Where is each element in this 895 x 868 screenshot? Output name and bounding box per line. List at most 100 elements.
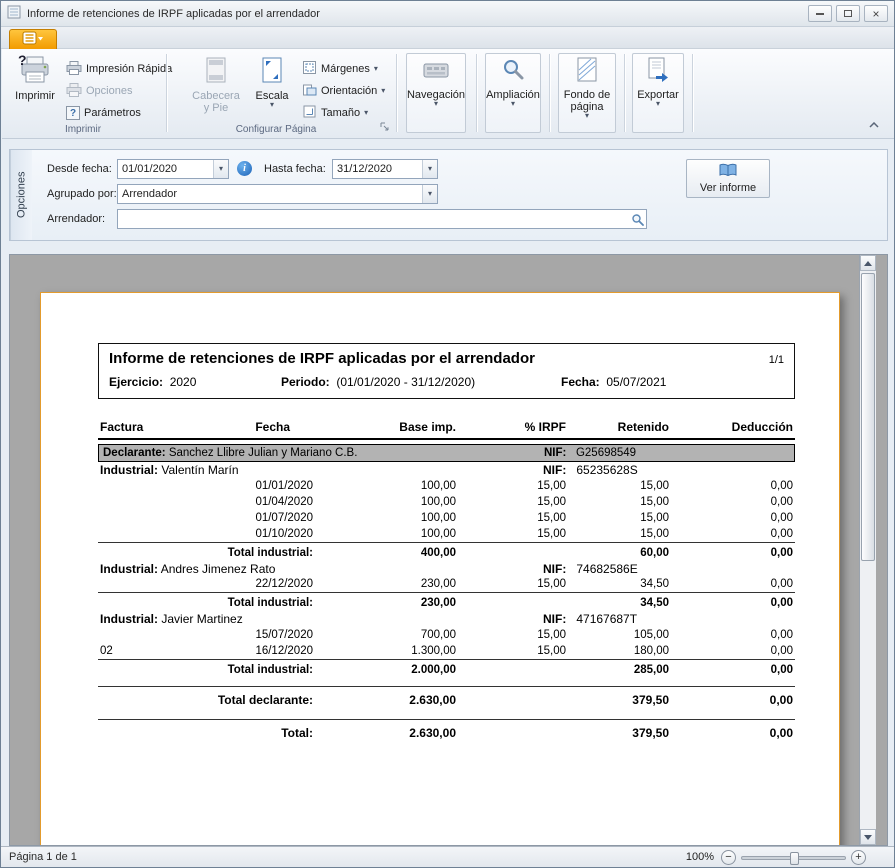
margenes-button[interactable]: Márgenes ▾ <box>302 59 378 79</box>
hasta-fecha-value: 31/12/2020 <box>333 160 422 178</box>
declarante-label: Declarante: <box>103 447 166 459</box>
industrial-name: Valentín Marín <box>161 463 238 477</box>
orientacion-button[interactable]: Orientación ▾ <box>302 81 385 101</box>
nif-label: NIF: <box>543 562 566 576</box>
maximize-button[interactable] <box>836 5 860 22</box>
arrow-up-icon <box>864 261 872 266</box>
minimize-icon <box>816 13 824 15</box>
imprimir-label: Imprimir <box>15 90 55 102</box>
desde-fecha-dropdown[interactable]: ▾ <box>213 160 228 178</box>
industrial-label: Industrial: <box>100 612 158 626</box>
agrupado-label: Agrupado por: <box>47 184 117 204</box>
cabecera-label-1: Cabecera <box>192 90 240 102</box>
navegacion-button[interactable]: Navegación ▾ <box>406 53 466 133</box>
col-fecha: Fecha <box>173 419 315 439</box>
cabecera-label-2: y Pie <box>204 102 228 114</box>
impresion-rapida-button[interactable]: Impresión Rápida <box>66 59 172 79</box>
orientacion-label: Orientación <box>321 85 377 97</box>
collapse-ribbon-button[interactable] <box>865 117 883 132</box>
agrupado-dropdown[interactable]: ▾ <box>422 185 437 203</box>
agrupado-combo[interactable]: Arrendador ▾ <box>117 184 438 204</box>
minimize-button[interactable] <box>808 5 832 22</box>
dialog-launcher-icon[interactable] <box>380 122 389 134</box>
col-deduccion: Deducción <box>671 419 795 439</box>
imprimir-button[interactable]: ? Imprimir <box>8 53 62 123</box>
scroll-down-button[interactable] <box>860 829 876 845</box>
fondo-pagina-button[interactable]: Fondo de página ▾ <box>558 53 616 133</box>
table-header-row: Factura Fecha Base imp. % IRPF Retenido … <box>98 419 795 439</box>
zoom-level: 100% <box>686 851 714 863</box>
scrollbar-thumb[interactable] <box>861 273 875 561</box>
total-industrial-row: Total industrial: 2.000,00 285,00 0,00 <box>98 659 795 678</box>
options-tab[interactable]: Opciones <box>10 150 32 240</box>
fondo-label-1: Fondo de <box>564 89 610 101</box>
dropdown-arrow-icon: ▾ <box>585 113 589 119</box>
data-row: 22/12/2020 230,00 15,00 34,50 0,00 <box>98 577 795 593</box>
cabecera-pie-button[interactable]: Cabecera y Pie <box>188 53 244 123</box>
fecha-label: Fecha: <box>561 375 600 389</box>
tamano-button[interactable]: Tamaño ▾ <box>302 103 368 123</box>
group-divider <box>166 54 167 132</box>
dropdown-arrow-icon: ▾ <box>374 66 378 72</box>
col-irpf: % IRPF <box>458 419 568 439</box>
spacer-row <box>98 710 795 719</box>
fecha-value: 05/07/2021 <box>606 375 666 389</box>
search-icon[interactable] <box>629 211 645 227</box>
scroll-up-button[interactable] <box>860 255 876 271</box>
dropdown-arrow-icon: ▾ <box>364 110 368 116</box>
hasta-fecha-combo[interactable]: 31/12/2020 ▾ <box>332 159 438 179</box>
arrendador-label: Arrendador: <box>47 209 105 229</box>
group-divider <box>624 54 625 132</box>
page-indicator: Página 1 de 1 <box>9 851 77 863</box>
app-menu-button[interactable] <box>9 29 57 49</box>
escala-button[interactable]: Escala ▾ <box>248 53 296 123</box>
impresion-rapida-label: Impresión Rápida <box>86 63 172 75</box>
report-content: Informe de retenciones de IRPF aplicadas… <box>98 343 795 743</box>
dropdown-arrow-icon: ▾ <box>656 101 660 107</box>
opciones-button[interactable]: Opciones <box>66 81 132 101</box>
dropdown-arrow-icon: ▾ <box>511 101 515 107</box>
exportar-button[interactable]: Exportar ▾ <box>632 53 684 133</box>
maximize-icon <box>844 10 852 17</box>
industrial-label: Industrial: <box>100 463 158 477</box>
report-table: Factura Fecha Base imp. % IRPF Retenido … <box>98 419 795 743</box>
navigation-icon <box>422 57 450 86</box>
desde-fecha-combo[interactable]: 01/01/2020 ▾ <box>117 159 229 179</box>
arrendador-input[interactable] <box>117 209 647 229</box>
vertical-scrollbar[interactable] <box>859 255 876 845</box>
periodo-value: (01/01/2020 - 31/12/2020) <box>336 375 475 389</box>
zoom-in-button[interactable]: + <box>851 850 866 865</box>
imprimir-group-caption: Imprimir <box>2 124 164 135</box>
industrial-label: Industrial: <box>100 562 158 576</box>
zoom-slider-thumb[interactable] <box>790 852 799 865</box>
hasta-fecha-dropdown[interactable]: ▾ <box>422 160 437 178</box>
zoom-out-button[interactable]: − <box>721 850 736 865</box>
report-title: Informe de retenciones de IRPF aplicadas… <box>109 350 769 367</box>
group-divider <box>549 54 550 132</box>
titlebar: Informe de retenciones de IRPF aplicadas… <box>1 1 894 27</box>
col-retenido: Retenido <box>568 419 671 439</box>
spacer-row <box>98 678 795 687</box>
data-row: 01/10/2020 100,00 15,00 15,00 0,00 <box>98 526 795 542</box>
group-divider <box>476 54 477 132</box>
total-industrial-row: Total industrial: 400,00 60,00 0,00 <box>98 542 795 561</box>
close-button[interactable]: × <box>864 5 888 22</box>
ampliacion-button[interactable]: Ampliación ▾ <box>485 53 541 133</box>
zoom-slider[interactable] <box>741 856 846 860</box>
data-row: 01/07/2020 100,00 15,00 15,00 0,00 <box>98 510 795 526</box>
ver-informe-button[interactable]: Ver informe <box>686 159 770 198</box>
industrial-nif: 65235628S <box>576 463 637 477</box>
info-icon[interactable]: i <box>237 161 252 176</box>
industrial-name: Andres Jimenez Rato <box>161 562 276 576</box>
ejercicio-value: 2020 <box>170 375 197 389</box>
total-industrial-row: Total industrial: 230,00 34,50 0,00 <box>98 593 795 612</box>
nif-label: NIF: <box>543 463 566 477</box>
margenes-label: Márgenes <box>321 63 370 75</box>
parametros-button[interactable]: ? Parámetros <box>66 103 141 123</box>
industrial-row: Industrial: Andres Jimenez Rato NIF: 746… <box>98 561 795 577</box>
report-icon <box>719 163 737 180</box>
periodo-label: Periodo: <box>281 375 330 389</box>
print-question-icon: ? <box>20 56 50 87</box>
col-factura: Factura <box>98 419 173 439</box>
dropdown-arrow-icon: ▾ <box>270 102 274 108</box>
